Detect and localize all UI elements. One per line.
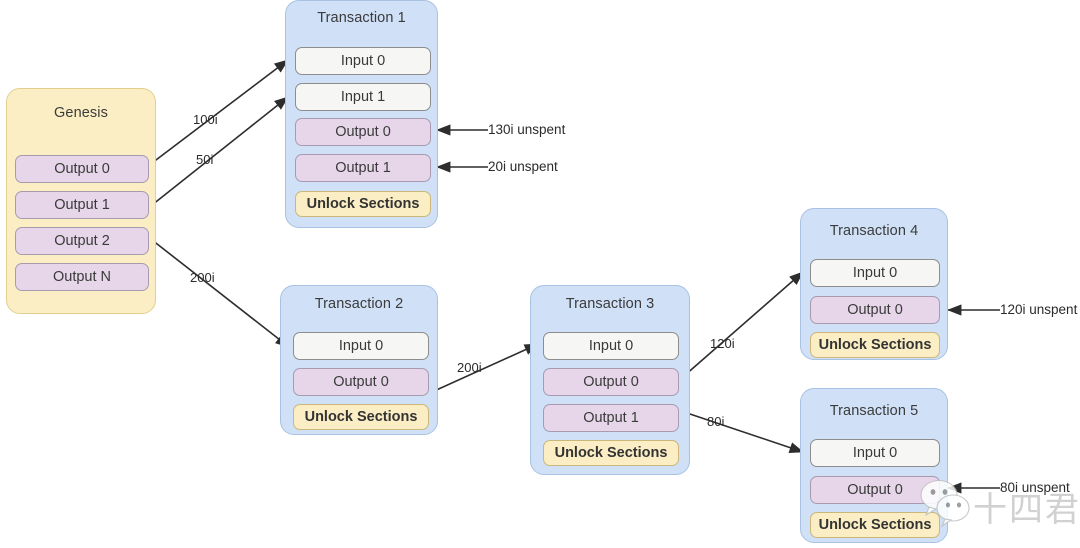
edge-genesis-out1-tx1-in1	[151, 96, 289, 206]
edge-tx3-out0-tx4-in0	[683, 271, 804, 377]
genesis-row-output-n[interactable]: Output N	[15, 263, 149, 291]
edge-tx3-out1-tx5-in0	[683, 411, 804, 454]
tx2-row-unlock-sections[interactable]: Unlock Sections	[293, 404, 429, 430]
tx4-row-output-0[interactable]: Output 0	[810, 296, 940, 324]
tx3-row-unlock-sections[interactable]: Unlock Sections	[543, 440, 679, 466]
tx3-title: Transaction 3	[565, 296, 655, 312]
annotation-tx4-out0-unspent: 120i unspent	[1000, 302, 1078, 317]
tx4-row-unlock-sections[interactable]: Unlock Sections	[810, 332, 940, 358]
annotation-tx1-out1-unspent: 20i unspent	[488, 159, 558, 174]
edge-label-200i-genesis: 200i	[190, 270, 215, 285]
tx5-row-unlock-sections[interactable]: Unlock Sections	[810, 512, 940, 538]
tx4-row-input-0[interactable]: Input 0	[810, 259, 940, 287]
node-transaction-2[interactable]: Transaction 2 Input 0 Output 0 Unlock Se…	[280, 285, 438, 435]
edge-label-200i-tx2: 200i	[457, 360, 482, 375]
tx1-row-input-1[interactable]: Input 1	[295, 83, 431, 111]
tx2-title: Transaction 2	[314, 296, 404, 312]
tx5-row-output-0[interactable]: Output 0	[810, 476, 940, 504]
node-transaction-5[interactable]: Transaction 5 Input 0 Output 0 Unlock Se…	[800, 388, 948, 543]
genesis-row-output-2[interactable]: Output 2	[15, 227, 149, 255]
tx1-row-unlock-sections[interactable]: Unlock Sections	[295, 191, 431, 217]
node-transaction-4[interactable]: Transaction 4 Input 0 Output 0 Unlock Se…	[800, 208, 948, 360]
tx3-row-output-0[interactable]: Output 0	[543, 368, 679, 396]
edge-genesis-out2-tx2-in0	[151, 239, 290, 348]
diagram-canvas: Genesis Output 0 Output 1 Output 2 Outpu…	[0, 0, 1080, 548]
tx2-row-input-0[interactable]: Input 0	[293, 332, 429, 360]
genesis-title: Genesis	[54, 105, 108, 121]
edge-label-120i: 120i	[710, 336, 735, 351]
node-transaction-3[interactable]: Transaction 3 Input 0 Output 0 Output 1 …	[530, 285, 690, 475]
tx1-row-input-0[interactable]: Input 0	[295, 47, 431, 75]
edge-genesis-out0-tx1-in0	[151, 59, 289, 164]
tx2-row-output-0[interactable]: Output 0	[293, 368, 429, 396]
tx3-row-input-0[interactable]: Input 0	[543, 332, 679, 360]
tx1-row-output-0[interactable]: Output 0	[295, 118, 431, 146]
node-genesis[interactable]: Genesis Output 0 Output 1 Output 2 Outpu…	[6, 88, 156, 314]
tx3-row-output-1[interactable]: Output 1	[543, 404, 679, 432]
genesis-row-output-1[interactable]: Output 1	[15, 191, 149, 219]
edge-label-100i: 100i	[193, 112, 218, 127]
edge-tx2-out0-tx3-in0	[431, 343, 539, 393]
tx4-title: Transaction 4	[829, 223, 919, 239]
tx5-row-input-0[interactable]: Input 0	[810, 439, 940, 467]
node-transaction-1[interactable]: Transaction 1 Input 0 Input 1 Output 0 O…	[285, 0, 438, 228]
tx1-row-output-1[interactable]: Output 1	[295, 154, 431, 182]
genesis-row-output-0[interactable]: Output 0	[15, 155, 149, 183]
tx5-title: Transaction 5	[829, 403, 919, 419]
edge-label-80i: 80i	[707, 414, 725, 429]
edge-label-50i: 50i	[196, 152, 214, 167]
annotation-tx5-out0-unspent: 80i unspent	[1000, 480, 1070, 495]
annotation-tx1-out0-unspent: 130i unspent	[488, 122, 566, 137]
tx1-title: Transaction 1	[317, 10, 406, 26]
